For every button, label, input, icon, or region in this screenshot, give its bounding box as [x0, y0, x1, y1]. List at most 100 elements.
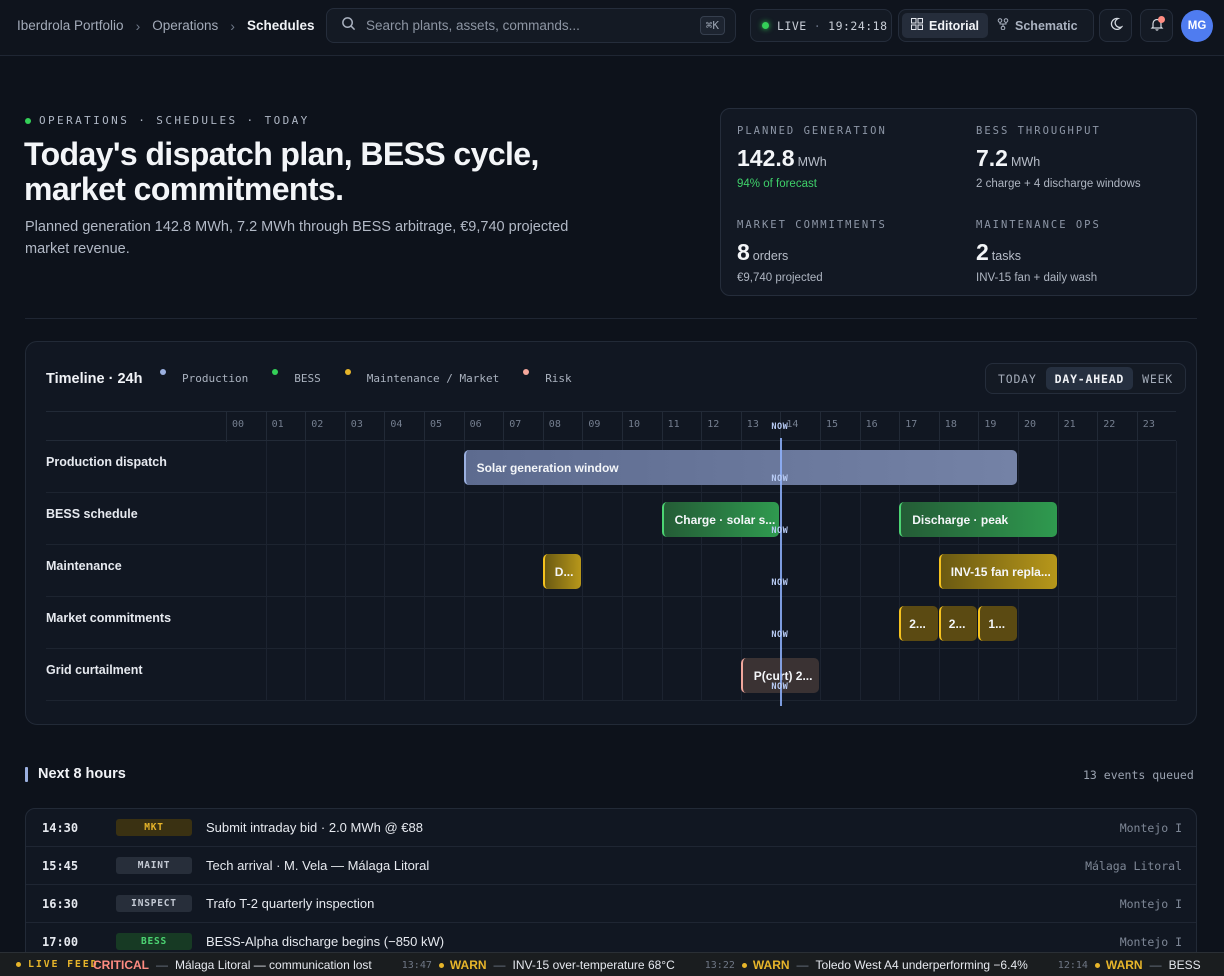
- kpi-value: 8 orders: [737, 239, 789, 265]
- legend-risk: Risk: [523, 369, 572, 385]
- lane-label: Grid curtailment: [46, 663, 143, 677]
- feed-time: 12:14: [1057, 959, 1088, 971]
- live-feed-ticker: CRITICAL — Málaga Litoral — communication …: [93, 958, 1224, 972]
- warn-dot: [438, 962, 444, 968]
- now-tag: NOW: [771, 526, 789, 536]
- divider: [25, 318, 1197, 319]
- lane-label: Market commitments: [46, 611, 172, 625]
- feed-severity: WARN: [752, 958, 790, 972]
- range-switcher: TODAY DAY-AHEAD WEEK: [985, 363, 1187, 394]
- range-day-ahead[interactable]: DAY-AHEAD: [1045, 367, 1134, 390]
- kpi-value: 2 tasks: [976, 239, 1021, 265]
- range-week[interactable]: WEEK: [1133, 367, 1182, 390]
- schedule-bar-bess[interactable]: Charge · solar s...: [661, 502, 780, 537]
- search-icon: [341, 16, 356, 36]
- live-clock: LIVE · 19:24:18: [750, 9, 892, 42]
- hour-tick: 19: [978, 412, 1018, 442]
- breadcrumb-operations[interactable]: Operations: [152, 18, 218, 33]
- schedule-bar-maint[interactable]: INV-15 fan repla...: [938, 554, 1057, 589]
- now-tag: NOW: [771, 630, 789, 640]
- view-schematic[interactable]: Schematic: [988, 13, 1087, 38]
- timeline-lane: Market commitments 2... 2... 1...: [46, 597, 1178, 649]
- now-tag: NOW: [771, 474, 789, 484]
- kpi-label: BESS THROUGHPUT: [976, 125, 1101, 137]
- hour-tick: 17: [899, 412, 939, 442]
- moon-icon: [1109, 17, 1123, 34]
- event-description: Trafo T-2 quarterly inspection: [206, 896, 375, 911]
- chevron-right-icon: ›: [230, 17, 235, 34]
- hour-tick: 06: [463, 412, 504, 442]
- timeline-lane: Maintenance D... INV-15 fan repla...: [46, 545, 1178, 597]
- view-editorial[interactable]: Editorial: [902, 13, 989, 38]
- breadcrumb-schedules: Schedules: [246, 18, 315, 33]
- event-row[interactable]: 14:30 MKT Submit intraday bid · 2.0 MWh @ …: [26, 809, 1196, 847]
- event-row[interactable]: 16:30 INSPECT Trafo T-2 quarterly inspecti…: [26, 885, 1196, 923]
- feed-time: 13:47: [401, 959, 432, 971]
- now-tag: NOW: [771, 682, 789, 692]
- kpi-sub: 2 charge + 4 discharge windows: [976, 178, 1141, 190]
- event-tag: MKT: [116, 819, 192, 836]
- hour-tick: 12: [701, 412, 741, 442]
- event-row[interactable]: 15:45 MAINT Tech arrival · M. Vela — Málag…: [26, 847, 1196, 885]
- feed-text: Toledo West A4 underperforming −6.4%: [815, 958, 1028, 972]
- feed-item[interactable]: CRITICAL — Málaga Litoral — communication …: [93, 958, 372, 972]
- theme-toggle-button[interactable]: [1099, 9, 1132, 42]
- event-site: Málaga Litoral: [1085, 858, 1182, 873]
- hour-tick: 07: [503, 412, 543, 442]
- warn-dot: [1094, 962, 1100, 968]
- page-title: Today's dispatch plan, BESS cycle, marke…: [24, 136, 539, 207]
- schedule-bar-prod[interactable]: Solar generation window: [463, 450, 1017, 485]
- hour-tick: 11: [661, 412, 702, 442]
- feed-severity: CRITICAL: [93, 958, 149, 972]
- schedule-bar-bess[interactable]: Discharge · peak: [899, 502, 1057, 537]
- hour-tick: 04: [384, 412, 424, 442]
- live-feed-label: LIVE FEED: [16, 959, 98, 970]
- timeline-lane: Grid curtailment P(curt) 2...: [46, 649, 1178, 701]
- view-schematic-label: Schematic: [1015, 18, 1078, 33]
- schedule-bar-mkt[interactable]: 1...: [978, 606, 1017, 641]
- feed-text: INV-15 over-temperature 68°C: [512, 958, 675, 972]
- next-hours-title: Next 8 hours: [25, 766, 126, 782]
- kpi-market-commitments: MARKET COMMITMENTS 8 orders €9,740 projec…: [737, 219, 957, 284]
- shortcut-badge: ⌘K: [699, 16, 725, 35]
- feed-item[interactable]: 12:14 WARN — BESS: [1058, 958, 1201, 972]
- live-feed: LIVE FEED CRITICAL — Málaga Litoral — comm…: [0, 952, 1224, 976]
- hour-tick: 09: [582, 412, 622, 442]
- hour-tick: 03: [344, 412, 385, 442]
- timeline-title: Timeline · 24h: [46, 371, 143, 387]
- next-hours-title-text: Next 8 hours: [38, 766, 126, 782]
- event-site: Montejo I: [1119, 934, 1182, 949]
- legend-maintenance-market: Maintenance / Market: [344, 369, 499, 385]
- notifications-button[interactable]: [1140, 9, 1173, 42]
- lane-label: Production dispatch: [46, 455, 167, 469]
- schedule-bar-mkt[interactable]: 2...: [938, 606, 978, 641]
- feed-item[interactable]: 13:22 WARN — Toledo West A4 underperforming…: [705, 958, 1028, 972]
- view-switcher: Editorial Schematic: [898, 9, 1094, 42]
- lane-label: Maintenance: [46, 559, 122, 573]
- chevron-right-icon: ›: [135, 17, 141, 34]
- search-placeholder: Search plants, assets, commands...: [366, 18, 580, 33]
- hour-tick: 18: [938, 412, 979, 442]
- live-feed-dot: [16, 962, 21, 967]
- kpi-sub: 94% of forecast: [737, 178, 817, 190]
- schedule-bar-maint[interactable]: D...: [542, 554, 582, 589]
- avatar[interactable]: MG: [1181, 10, 1213, 42]
- range-today[interactable]: TODAY: [989, 367, 1046, 390]
- kpi-sub: €9,740 projected: [737, 272, 823, 284]
- search-input[interactable]: Search plants, assets, commands... ⌘K: [326, 8, 736, 43]
- schedule-bar-mkt[interactable]: 2...: [899, 606, 938, 641]
- live-time: 19:24:18: [828, 18, 888, 33]
- event-time: 17:00: [42, 934, 79, 949]
- top-bar: Iberdrola Portfolio › Operations › Sched…: [0, 0, 1224, 56]
- events-list: 14:30 MKT Submit intraday bid · 2.0 MWh @ …: [25, 808, 1197, 976]
- notification-dot: [1158, 16, 1165, 23]
- feed-time: 13:22: [704, 959, 735, 971]
- event-tag: INSPECT: [116, 895, 192, 912]
- feed-item[interactable]: 13:47 WARN — INV-15 over-temperature 68°C: [402, 958, 675, 972]
- live-indicator-dot: [762, 22, 769, 29]
- hour-tick: 02: [305, 412, 345, 442]
- kpi-bess-throughput: BESS THROUGHPUT 7.2 MWh 2 charge + 4 disc…: [976, 125, 1196, 190]
- event-site: Montejo I: [1119, 896, 1182, 911]
- breadcrumb-portfolio[interactable]: Iberdrola Portfolio: [17, 18, 124, 33]
- legend-bess: BESS: [272, 369, 321, 385]
